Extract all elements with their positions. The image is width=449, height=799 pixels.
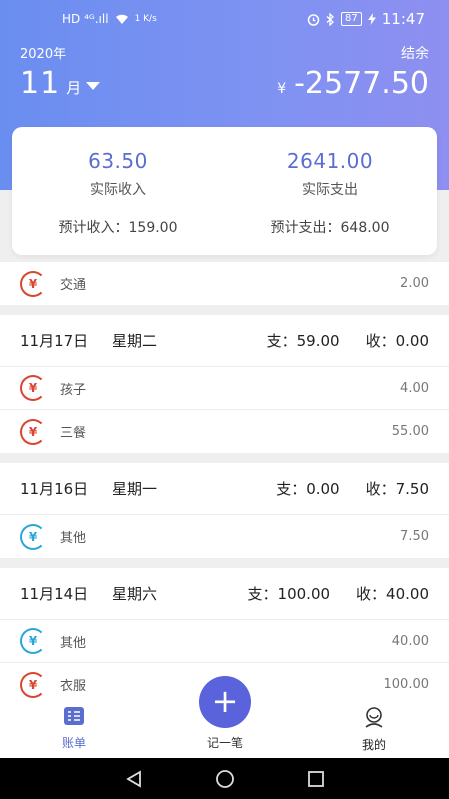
income-category-icon: ¥ xyxy=(20,523,46,550)
balance-display: ¥ -2577.50 xyxy=(277,66,429,101)
day-weekday: 星期一 xyxy=(112,480,158,498)
estimated-income: 预计收入：159.00 xyxy=(58,220,178,236)
day-date: 11月14日 xyxy=(20,585,89,603)
day-header: 11月16日 星期一 支：0.00 收：7.50 xyxy=(0,463,449,515)
home-button[interactable] xyxy=(215,769,235,789)
estimated-expense: 预计支出：648.00 xyxy=(270,220,390,236)
expense-category-icon: ¥ xyxy=(20,418,46,445)
entry-amount: 55.00 xyxy=(391,424,429,439)
day-income-total: 收：0.00 xyxy=(365,332,429,350)
day-expense-total: 支：0.00 xyxy=(276,480,340,498)
day-header: 11月14日 星期六 支：100.00 收：40.00 xyxy=(0,568,449,620)
charging-icon xyxy=(367,13,376,25)
day-weekday: 星期二 xyxy=(112,332,158,350)
surplus-label: 结余 xyxy=(401,46,429,62)
month-picker[interactable]: 11 月 xyxy=(20,66,101,101)
back-triangle-icon xyxy=(125,769,141,788)
entry-category: 其他 xyxy=(60,531,87,546)
day-group: ¥ 交通 2.00 xyxy=(0,262,449,305)
status-bar: HD ⁴ᴳ.ıll 1 K/s 87 11:47 xyxy=(0,0,449,38)
nav-mine[interactable]: 我的 xyxy=(334,706,414,753)
entry-category: 孩子 xyxy=(60,382,87,398)
entry-amount: 40.00 xyxy=(391,633,429,649)
recents-square-icon xyxy=(307,770,324,787)
profile-icon xyxy=(365,707,383,728)
entry-amount: 2.00 xyxy=(400,276,429,291)
day-expense-total: 支：100.00 xyxy=(247,585,331,603)
add-record-label: 记一笔 xyxy=(206,736,243,750)
list-item[interactable]: ¥ 交通 2.00 xyxy=(0,262,449,305)
entry-amount: 100.00 xyxy=(383,677,430,692)
month-unit: 月 xyxy=(66,79,82,97)
day-date: 11月17日 xyxy=(20,332,89,350)
entry-category: 交通 xyxy=(60,278,87,293)
day-expense-total: 支：59.00 xyxy=(266,332,340,350)
nav-bill-label: 账单 xyxy=(61,736,86,750)
battery-icon: 87 xyxy=(341,12,362,26)
year-label: 2020年 xyxy=(20,47,67,62)
summary-card: 63.50 实际收入 2641.00 实际支出 预计收入：159.00 预计支出… xyxy=(12,127,437,255)
bill-icon xyxy=(64,707,84,725)
actual-expense-value: 2641.00 xyxy=(286,149,374,173)
actual-expense-block: 2641.00 实际支出 xyxy=(224,149,436,199)
back-button[interactable] xyxy=(125,769,143,788)
actual-expense-label: 实际支出 xyxy=(302,182,358,198)
chevron-down-icon xyxy=(86,82,101,90)
balance-value: -2577.50 xyxy=(294,66,429,101)
entry-amount: 7.50 xyxy=(400,529,429,544)
network-speed: 1 K/s xyxy=(134,14,157,24)
clock: 11:47 xyxy=(381,10,425,28)
plus-icon: + xyxy=(211,681,239,720)
expense-category-icon: ¥ xyxy=(20,671,46,698)
nav-mine-label: 我的 xyxy=(361,738,386,752)
list-item[interactable]: ¥ 其他 40.00 xyxy=(0,620,449,663)
signal-indicators: HD ⁴ᴳ.ıll xyxy=(62,12,109,26)
add-record-button[interactable]: + xyxy=(199,676,251,728)
home-circle-icon xyxy=(215,769,234,788)
entry-amount: 4.00 xyxy=(400,380,429,396)
month-value: 11 xyxy=(20,66,61,101)
alarm-icon xyxy=(307,13,320,26)
list-item[interactable]: ¥ 三餐 55.00 xyxy=(0,410,449,453)
transaction-list[interactable]: ¥ 交通 2.00 11月17日 星期二 支：59.00 收：0.00 ¥ 孩子… xyxy=(0,262,449,698)
day-weekday: 星期六 xyxy=(112,585,158,603)
income-category-icon: ¥ xyxy=(20,628,46,654)
nav-bill[interactable]: 账单 xyxy=(34,706,114,751)
wifi-icon xyxy=(115,14,128,24)
entry-category: 三餐 xyxy=(60,426,87,441)
day-group: 11月16日 星期一 支：0.00 收：7.50 ¥ 其他 7.50 xyxy=(0,463,449,558)
expense-category-icon: ¥ xyxy=(20,375,46,401)
currency-symbol: ¥ xyxy=(277,81,287,97)
actual-income-block: 63.50 实际收入 xyxy=(12,149,224,199)
system-navigation-bar xyxy=(0,758,449,799)
day-income-total: 收：7.50 xyxy=(365,480,429,498)
expense-category-icon: ¥ xyxy=(20,270,46,297)
day-group: 11月17日 星期二 支：59.00 收：0.00 ¥ 孩子 4.00 ¥ 三餐… xyxy=(0,315,449,453)
actual-income-label: 实际收入 xyxy=(90,182,146,198)
day-date: 11月16日 xyxy=(20,480,89,498)
bluetooth-icon xyxy=(326,12,334,26)
list-item[interactable]: ¥ 孩子 4.00 xyxy=(0,367,449,410)
day-header: 11月17日 星期二 支：59.00 收：0.00 xyxy=(0,315,449,367)
actual-income-value: 63.50 xyxy=(88,149,148,173)
list-item[interactable]: ¥ 其他 7.50 xyxy=(0,515,449,558)
recents-button[interactable] xyxy=(307,770,325,788)
day-income-total: 收：40.00 xyxy=(356,585,429,603)
entry-category: 其他 xyxy=(60,635,87,651)
